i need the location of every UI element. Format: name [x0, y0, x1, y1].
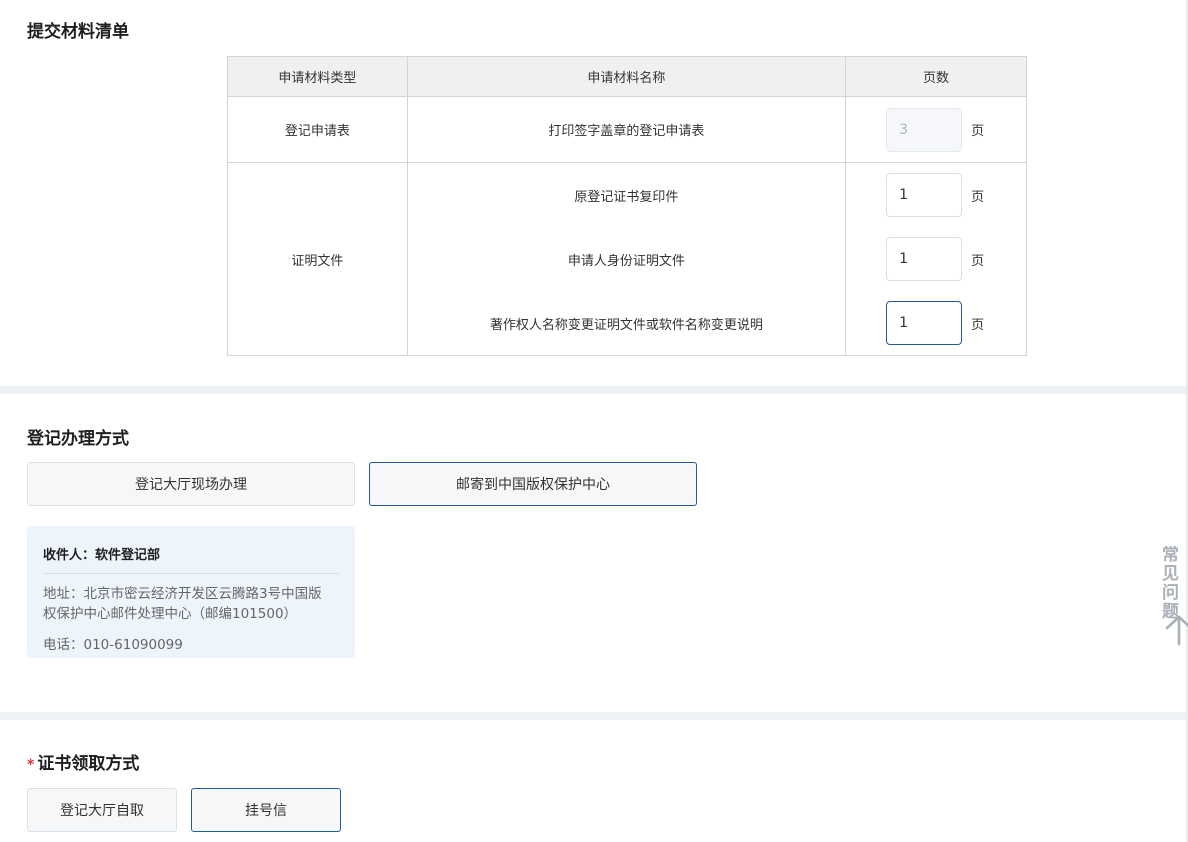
arrow-up-icon[interactable]	[1164, 614, 1188, 646]
pages-unit: 页	[971, 189, 985, 205]
pages-wrap: 1 页	[886, 227, 1026, 291]
header-type: 申请材料类型	[227, 56, 408, 97]
table-row: 登记申请表 打印签字盖章的登记申请表 3 页	[227, 96, 1027, 163]
certificate-title: * 证书领取方式	[27, 749, 139, 774]
header-pages: 页数	[845, 56, 1027, 97]
materials-title: 提交材料清单	[27, 22, 129, 42]
pages-input-focused[interactable]: 1	[886, 301, 963, 345]
material-type-cell: 登记申请表	[227, 96, 408, 163]
faq-float-button[interactable]: 常见 问题	[1162, 546, 1188, 622]
table-row: 证明文件 原登记证书复印件 申请人身份证明文件 著作权人名称变更证明文件或软件名…	[227, 162, 1027, 356]
address-card: 收件人：软件登记部 地址：北京市密云经济开发区云腾路3号中国版 权保护中心邮件处…	[27, 526, 355, 658]
pages-input-disabled: 3	[886, 107, 963, 152]
arrow-up-icon-svg	[1165, 615, 1188, 646]
onsite-registration-button[interactable]: 登记大厅现场办理	[27, 462, 355, 506]
pages-input[interactable]: 1	[886, 173, 963, 217]
hall-pickup-button[interactable]: 登记大厅自取	[27, 788, 177, 832]
material-name: 申请人身份证明文件	[567, 253, 685, 269]
faq-label: 常见	[1162, 546, 1179, 584]
material-name-cell: 打印签字盖章的登记申请表	[406, 96, 847, 163]
section-divider	[0, 712, 1186, 720]
registration-title: 登记办理方式	[27, 429, 129, 449]
pages-cell: 1 页 1 页 1 页	[845, 162, 1027, 356]
pages-cell: 3 页	[845, 96, 1027, 163]
header-name: 申请材料名称	[406, 56, 847, 97]
required-mark: *	[27, 757, 35, 773]
pages-unit: 页	[971, 124, 985, 139]
material-name: 原登记证书复印件	[574, 189, 679, 205]
mail-registration-button[interactable]: 邮寄到中国版权保护中心	[369, 462, 697, 506]
materials-table: 申请材料类型 申请材料名称 页数 登记申请表 打印签字盖章的登记申请表 3 页 …	[227, 56, 1027, 356]
material-names-list: 原登记证书复印件 申请人身份证明文件 著作权人名称变更证明文件或软件名称变更说明	[408, 163, 845, 355]
pages-wrap: 1 页	[886, 163, 1026, 227]
pages-wrap: 3 页	[886, 98, 1026, 162]
material-names-cell: 原登记证书复印件 申请人身份证明文件 著作权人名称变更证明文件或软件名称变更说明	[406, 162, 847, 356]
material-type-cell: 证明文件	[227, 162, 408, 356]
pages-unit: 页	[971, 317, 985, 333]
address-line: 地址：北京市密云经济开发区云腾路3号中国版	[43, 586, 322, 602]
address-line: 权保护中心邮件处理中心（邮编101500）	[43, 606, 298, 622]
materials-section: 提交材料清单 申请材料类型 申请材料名称 页数 登记申请表 打印签字盖章的登记申…	[0, 0, 1186, 386]
phone: 电话：010-61090099	[43, 637, 183, 653]
recipient: 收件人：软件登记部	[43, 526, 339, 574]
pages-unit: 页	[971, 253, 985, 269]
certificate-title-text: 证书领取方式	[37, 754, 140, 774]
section-divider	[0, 386, 1186, 394]
address-text: 地址：北京市密云经济开发区云腾路3号中国版 权保护中心邮件处理中心（邮编1015…	[43, 584, 339, 624]
pages-wrap: 1 页	[886, 291, 1026, 355]
registered-mail-button[interactable]: 挂号信	[191, 788, 341, 832]
table-header-row: 申请材料类型 申请材料名称 页数	[227, 56, 1027, 97]
certificate-section: * 证书领取方式	[0, 720, 1186, 842]
material-name: 著作权人名称变更证明文件或软件名称变更说明	[489, 317, 763, 333]
pages-input[interactable]: 1	[886, 237, 963, 281]
